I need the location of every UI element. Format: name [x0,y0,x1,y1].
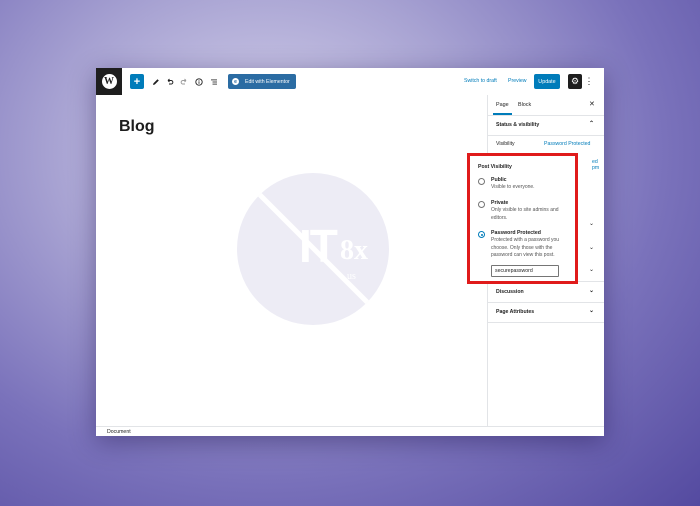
discussion-panel-header[interactable]: Discussion ⌄ [488,281,604,303]
partial-hidden-link[interactable]: ed pm [592,159,604,171]
gear-icon: ⚙ [570,76,580,86]
redo-button[interactable] [178,74,190,89]
panel-chevron-down-icon[interactable]: ⌄ [589,244,594,251]
details-button[interactable] [193,74,205,89]
watermark-logo: IT 8x us [237,173,389,325]
list-view-icon [211,79,217,84]
update-button[interactable]: Update [534,74,560,89]
option-label: Password Protected [491,230,541,236]
switch-to-draft-link[interactable]: Switch to draft [464,78,497,84]
undo-icon [167,78,174,84]
status-visibility-heading: Status & visibility [496,122,540,128]
page-attributes-heading: Page Attributes [496,309,535,315]
chevron-down-icon: ⌄ [589,308,595,314]
breadcrumb-document[interactable]: Document [107,429,131,435]
post-visibility-popover: Post Visibility Public Visible to everyo… [467,153,578,284]
wordpress-logo-icon: W [101,74,117,89]
plus-icon: + [133,75,141,88]
status-visibility-panel-header[interactable]: Status & visibility ⌃ [488,115,604,136]
status-bar: Document [96,426,604,436]
outline-button[interactable] [208,74,220,89]
close-icon: ✕ [589,101,595,108]
post-visibility-title: Post Visibility [478,164,512,170]
panel-chevron-down-icon[interactable]: ⌄ [589,220,594,227]
page-attributes-panel-header[interactable]: Page Attributes ⌄ [488,302,604,323]
tools-button[interactable] [150,74,162,89]
tab-page[interactable]: Page [493,102,512,115]
visibility-label: Visibility [496,141,515,147]
preview-link[interactable]: Preview [508,78,526,84]
option-label: Public [491,177,507,183]
option-description: Only visible to site admins and editors. [491,207,559,221]
pencil-icon [153,78,159,85]
info-icon [195,77,203,86]
add-block-button[interactable]: + [130,74,144,89]
option-description: Visible to everyone. [491,184,535,190]
discussion-heading: Discussion [496,289,524,295]
chevron-up-icon: ⌃ [589,121,595,127]
password-input[interactable] [491,265,559,277]
password-protected-radio[interactable] [478,231,485,238]
tab-block[interactable]: Block [518,102,531,108]
visibility-toggle-link[interactable]: Password Protected [544,141,590,147]
edit-with-elementor-label: Edit with Elementor [245,78,290,85]
public-radio[interactable] [478,178,485,185]
private-radio[interactable] [478,201,485,208]
sidebar-tabs: Page Block ✕ [488,95,604,116]
kebab-menu-icon: ⋮ [584,76,594,86]
elementor-icon: e [232,78,239,85]
option-description: Protected with a password you choose. On… [491,237,560,258]
close-sidebar-button[interactable]: ✕ [589,100,595,108]
more-options-button[interactable]: ⋮ [584,74,594,89]
settings-button[interactable]: ⚙ [568,74,582,89]
top-toolbar: W + e Edit with Elementor Switch to draf… [96,68,604,96]
undo-button[interactable] [164,74,176,89]
wordpress-logo-button[interactable]: W [96,68,122,95]
watermark-sub-text: 8x [340,235,368,266]
redo-icon [180,78,187,84]
chevron-down-icon: ⌄ [589,288,595,294]
editor-canvas[interactable]: Blog IT 8x us [96,95,487,426]
watermark-main-text: IT [299,220,338,272]
page-title[interactable]: Blog [119,118,155,136]
watermark-suffix-text: us [347,271,356,282]
panel-chevron-down-icon[interactable]: ⌄ [589,266,594,273]
editor-window: W + e Edit with Elementor Switch to draf… [96,68,604,436]
edit-with-elementor-button[interactable]: e Edit with Elementor [228,74,296,89]
option-label: Private [491,200,509,206]
